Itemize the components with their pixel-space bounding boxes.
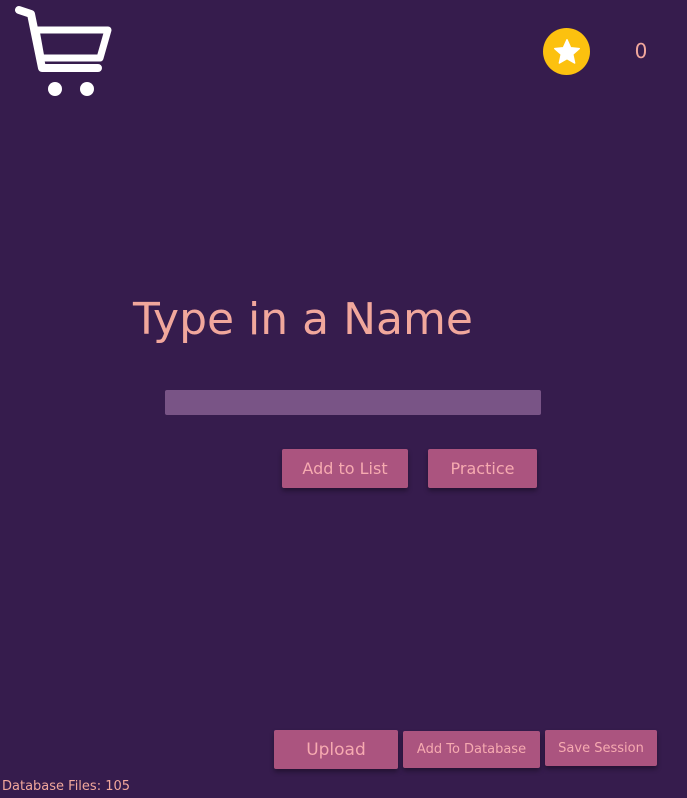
database-files-status: Database Files: 105: [2, 779, 131, 794]
score-count: 0: [634, 39, 648, 63]
page-title: Type in a Name: [133, 294, 473, 345]
add-to-list-button[interactable]: Add to List: [282, 449, 408, 488]
add-to-database-button[interactable]: Add To Database: [403, 731, 540, 768]
upload-button[interactable]: Upload: [274, 730, 398, 769]
name-input[interactable]: [165, 390, 541, 415]
save-session-button[interactable]: Save Session: [545, 730, 657, 766]
shopping-cart-icon[interactable]: [14, 4, 116, 100]
practice-button[interactable]: Practice: [428, 449, 537, 488]
star-icon: [543, 28, 590, 75]
